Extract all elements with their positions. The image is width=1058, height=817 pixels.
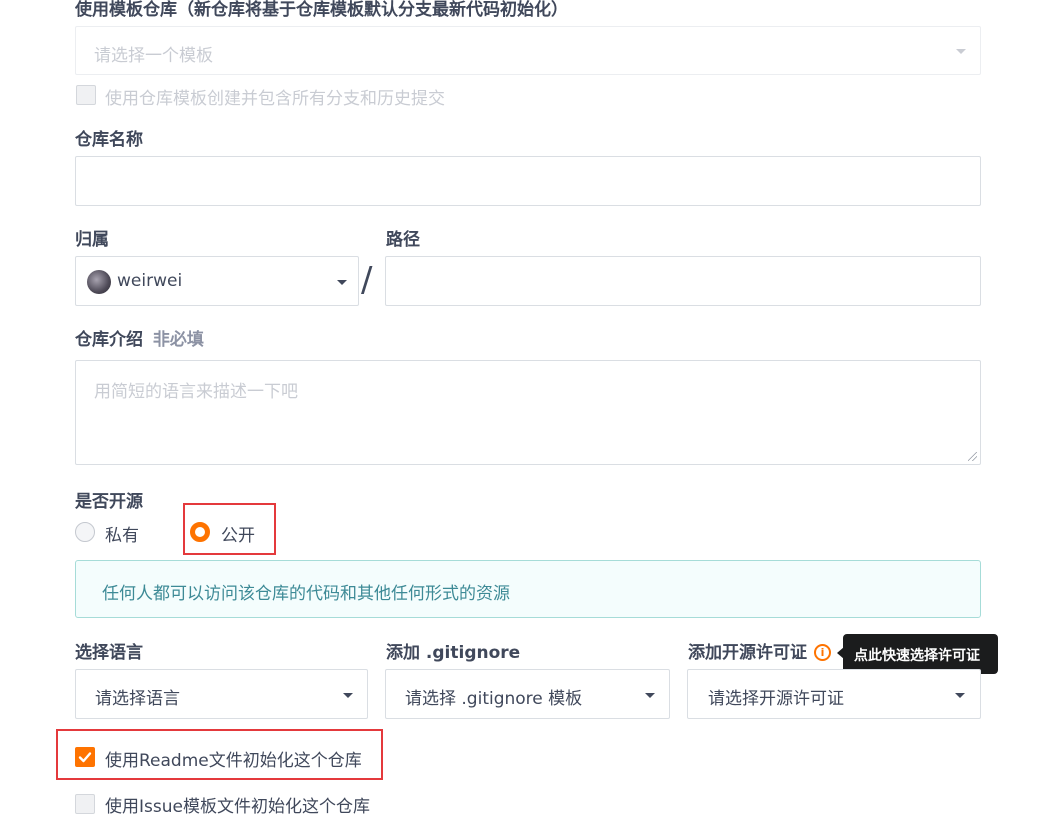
chevron-down-icon [956,49,966,54]
chevron-down-icon [645,693,655,698]
path-input[interactable] [385,256,981,306]
resize-handle-icon[interactable] [968,452,977,461]
language-label: 选择语言 [75,643,143,663]
readme-checkbox[interactable] [75,747,95,767]
chevron-down-icon [955,693,965,698]
license-label: 添加开源许可证 [688,643,807,663]
include-all-checkbox[interactable] [76,85,96,105]
gitignore-placeholder: 请选择 .gitignore 模板 [405,689,583,709]
issue-template-label: 使用Issue模板文件初始化这个仓库 [105,797,370,817]
radio-private[interactable] [75,522,95,542]
template-label: 使用模板仓库（新仓库将基于仓库模板默认分支最新代码初始化） [75,0,568,20]
avatar [87,270,111,294]
description-textarea[interactable]: 用简短的语言来描述一下吧 [75,360,981,465]
template-select[interactable]: 请选择一个模板 [75,26,981,75]
license-placeholder: 请选择开源许可证 [708,689,844,709]
repo-name-input[interactable] [75,156,981,206]
info-circle-icon[interactable]: i [814,644,831,661]
chevron-down-icon [337,280,347,285]
radio-private-label: 私有 [105,526,139,546]
visibility-notice-text: 任何人都可以访问该仓库的代码和其他任何形式的资源 [102,584,510,604]
include-all-label: 使用仓库模板创建并包含所有分支和历史提交 [105,89,445,109]
license-tooltip: 点此快速选择许可证 [843,634,998,674]
description-placeholder: 用简短的语言来描述一下吧 [94,382,298,402]
visibility-notice: 任何人都可以访问该仓库的代码和其他任何形式的资源 [75,560,981,618]
check-icon [78,752,92,763]
optional-tag: 非必填 [152,330,204,350]
owner-label: 归属 [75,230,109,250]
template-select-placeholder: 请选择一个模板 [94,46,213,66]
owner-value: weirwei [117,271,183,291]
repo-name-label: 仓库名称 [75,130,143,150]
gitignore-select[interactable]: 请选择 .gitignore 模板 [385,669,670,719]
language-select[interactable]: 请选择语言 [75,669,368,719]
radio-public-label: 公开 [221,526,255,546]
gitignore-label: 添加 .gitignore [386,643,521,663]
readme-label: 使用Readme文件初始化这个仓库 [105,751,362,771]
path-separator: / [361,260,373,300]
language-placeholder: 请选择语言 [95,689,180,709]
owner-select[interactable]: weirwei [75,256,359,306]
license-select[interactable]: 请选择开源许可证 [687,669,981,719]
path-label: 路径 [386,230,420,250]
description-label: 仓库介绍 非必填 [75,330,204,350]
visibility-label: 是否开源 [75,492,143,512]
description-label-text: 仓库介绍 [75,330,143,350]
issue-template-checkbox[interactable] [75,794,95,814]
radio-public[interactable] [190,522,210,542]
chevron-down-icon [343,693,353,698]
